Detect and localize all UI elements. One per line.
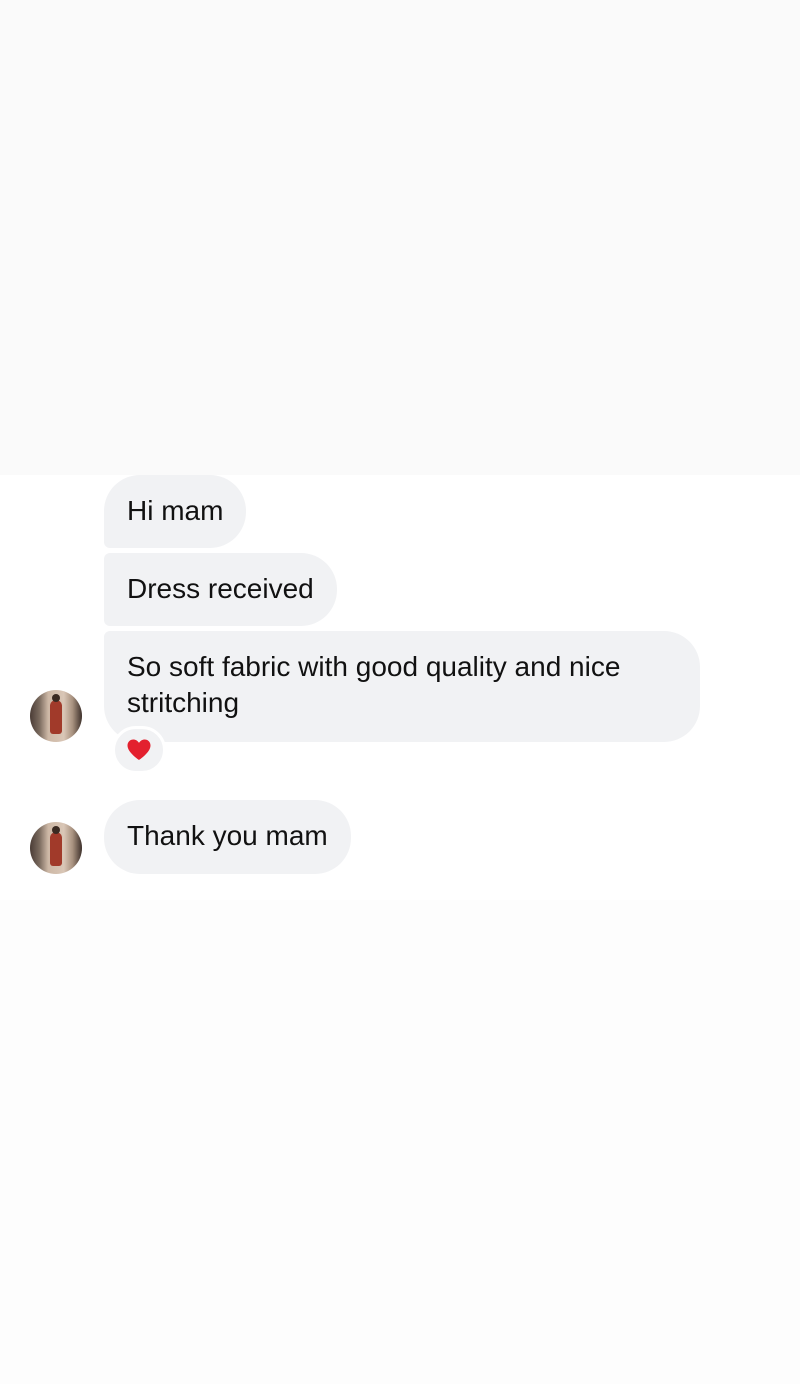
- message-bubble[interactable]: Hi mam: [104, 475, 247, 548]
- message-bubble[interactable]: So soft fabric with good quality and nic…: [104, 631, 700, 742]
- avatar-head: [52, 826, 60, 834]
- avatar-head: [52, 694, 60, 702]
- message-bubble[interactable]: Dress received: [104, 553, 337, 626]
- chat-screen: Hi mam Dress received So soft fabric wit…: [0, 0, 800, 1384]
- heart-icon: [127, 739, 151, 760]
- avatar-figure: [50, 832, 62, 866]
- message-text: So soft fabric with good quality and nic…: [127, 651, 621, 718]
- avatar[interactable]: [30, 822, 82, 874]
- empty-header-area: [0, 0, 800, 475]
- empty-footer-area: [0, 900, 800, 1384]
- message-text: Hi mam: [127, 495, 224, 526]
- avatar-figure: [50, 700, 62, 734]
- avatar[interactable]: [30, 690, 82, 742]
- reaction-badge[interactable]: [112, 726, 166, 774]
- message-bubble[interactable]: Thank you mam: [104, 800, 351, 874]
- message-text: Thank you mam: [127, 820, 328, 851]
- message-text: Dress received: [127, 573, 314, 604]
